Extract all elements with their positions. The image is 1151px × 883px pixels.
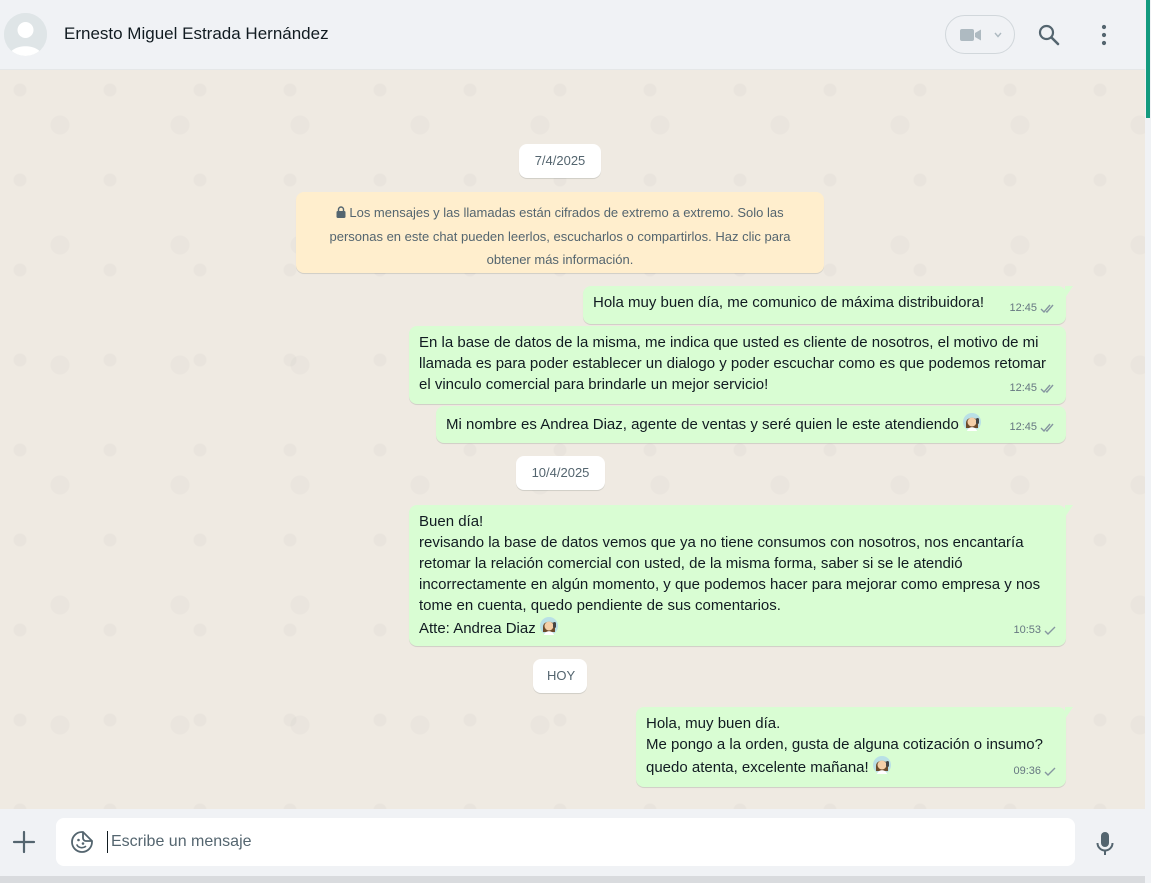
message-meta: 10:53 [1013, 620, 1056, 641]
text-caret [107, 831, 108, 853]
outgoing-message[interactable]: En la base de datos de la misma, me indi… [409, 326, 1066, 404]
sticker-emoji-icon[interactable] [70, 830, 94, 854]
message-composer [0, 809, 1145, 876]
plus-icon[interactable] [12, 830, 36, 854]
video-call-icon [960, 29, 981, 41]
message-input[interactable] [111, 818, 1051, 866]
avatar-placeholder-icon [4, 13, 47, 56]
date-divider: HOY [533, 659, 587, 693]
message-meta: 12:45 [1009, 298, 1056, 319]
double-check-read-icon [1040, 423, 1054, 433]
outgoing-message[interactable]: Mi nombre es Andrea Diaz, agente de vent… [436, 406, 1066, 443]
message-meta: 09:36 [1013, 761, 1056, 782]
message-time: 10:53 [1013, 624, 1041, 636]
woman-agent-emoji-icon [962, 413, 981, 431]
lock-icon [336, 206, 346, 218]
chevron-down-icon [994, 32, 1002, 38]
message-list[interactable]: 7/4/2025 Los mensajes y las llamadas est… [0, 70, 1145, 809]
scrollbar-track[interactable] [1145, 0, 1151, 883]
woman-agent-emoji-icon [872, 756, 891, 774]
scrollbar-thumb[interactable] [1146, 0, 1150, 118]
encryption-notice-text: Los mensajes y las llamadas están cifrad… [329, 205, 791, 267]
message-time: 12:45 [1009, 382, 1037, 394]
message-meta: 12:45 [1009, 378, 1056, 399]
microphone-icon[interactable] [1095, 831, 1115, 857]
message-text: Hola muy buen día, me comunico de máxima… [593, 294, 985, 311]
message-time: 12:45 [1009, 302, 1037, 314]
message-meta: 12:45 [1009, 417, 1056, 438]
outgoing-message[interactable]: Buen día! revisando la base de datos vem… [409, 505, 1073, 646]
message-time: 12:45 [1009, 421, 1037, 433]
outgoing-message[interactable]: Hola muy buen día, me comunico de máxima… [583, 286, 1073, 324]
double-check-read-icon [1040, 384, 1054, 394]
single-check-sent-icon [1044, 767, 1056, 776]
message-text: Mi nombre es Andrea Diaz, agente de vent… [446, 412, 1056, 435]
woman-agent-emoji-icon [539, 617, 558, 635]
outgoing-message[interactable]: Hola, muy buen día. Me pongo a la orden,… [636, 707, 1073, 787]
video-call-button[interactable] [945, 15, 1015, 54]
double-check-read-icon [1040, 304, 1054, 314]
contact-name[interactable]: Ernesto Miguel Estrada Hernández [64, 24, 329, 44]
encryption-notice[interactable]: Los mensajes y las llamadas están cifrad… [296, 192, 824, 273]
message-input-wrapper[interactable] [56, 818, 1075, 866]
message-text: Buen día! revisando la base de datos vem… [419, 513, 1041, 637]
more-options-icon[interactable] [1094, 23, 1114, 47]
search-icon[interactable] [1037, 23, 1061, 47]
window-bottom-edge [0, 876, 1145, 883]
message-text: Hola, muy buen día. Me pongo a la orden,… [646, 715, 1043, 776]
chat-header: Ernesto Miguel Estrada Hernández [0, 0, 1145, 70]
date-divider: 7/4/2025 [519, 144, 601, 178]
single-check-sent-icon [1044, 626, 1056, 635]
message-time: 09:36 [1013, 765, 1041, 777]
contact-avatar[interactable] [4, 13, 47, 56]
date-divider: 10/4/2025 [516, 456, 605, 490]
message-text: En la base de datos de la misma, me indi… [419, 334, 1047, 393]
